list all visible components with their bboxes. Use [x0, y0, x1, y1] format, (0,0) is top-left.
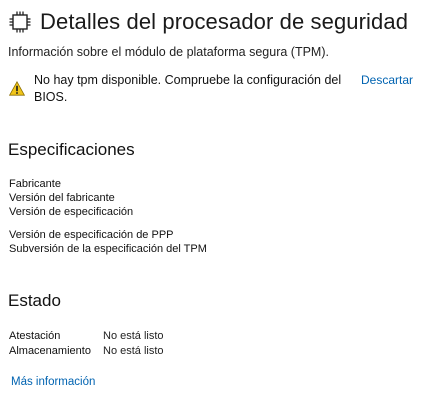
spec-version-label: Versión de especificación	[9, 206, 134, 218]
warning-message: No hay tpm disponible. Compruebe la conf…	[34, 73, 342, 104]
page-subtitle: Información sobre el módulo de plataform…	[8, 45, 329, 59]
specifications-heading: Especificaciones	[8, 140, 135, 159]
spec-tpm-subversion-label: Subversión de la especificación del TPM	[9, 243, 207, 255]
status-storage-label: Almacenamiento	[9, 345, 91, 357]
dismiss-link[interactable]: Descartar	[361, 73, 413, 87]
status-heading: Estado	[8, 291, 61, 310]
warning-icon	[9, 81, 25, 96]
spec-manufacturer-label: Fabricante	[9, 178, 61, 190]
page-title: Detalles del procesador de seguridad	[40, 9, 409, 34]
more-info-link[interactable]: Más información	[11, 376, 95, 388]
status-attestation-value: No está listo	[103, 330, 164, 342]
spec-manufacturer-version-label: Versión del fabricante	[9, 192, 115, 204]
spec-ppp-version-label: Versión de especificación de PPP	[9, 229, 174, 241]
chip-icon	[9, 11, 31, 33]
status-attestation-label: Atestación	[9, 330, 61, 342]
page-header: Detalles del procesador de seguridad	[8, 7, 408, 37]
status-storage-value: No está listo	[103, 345, 164, 357]
